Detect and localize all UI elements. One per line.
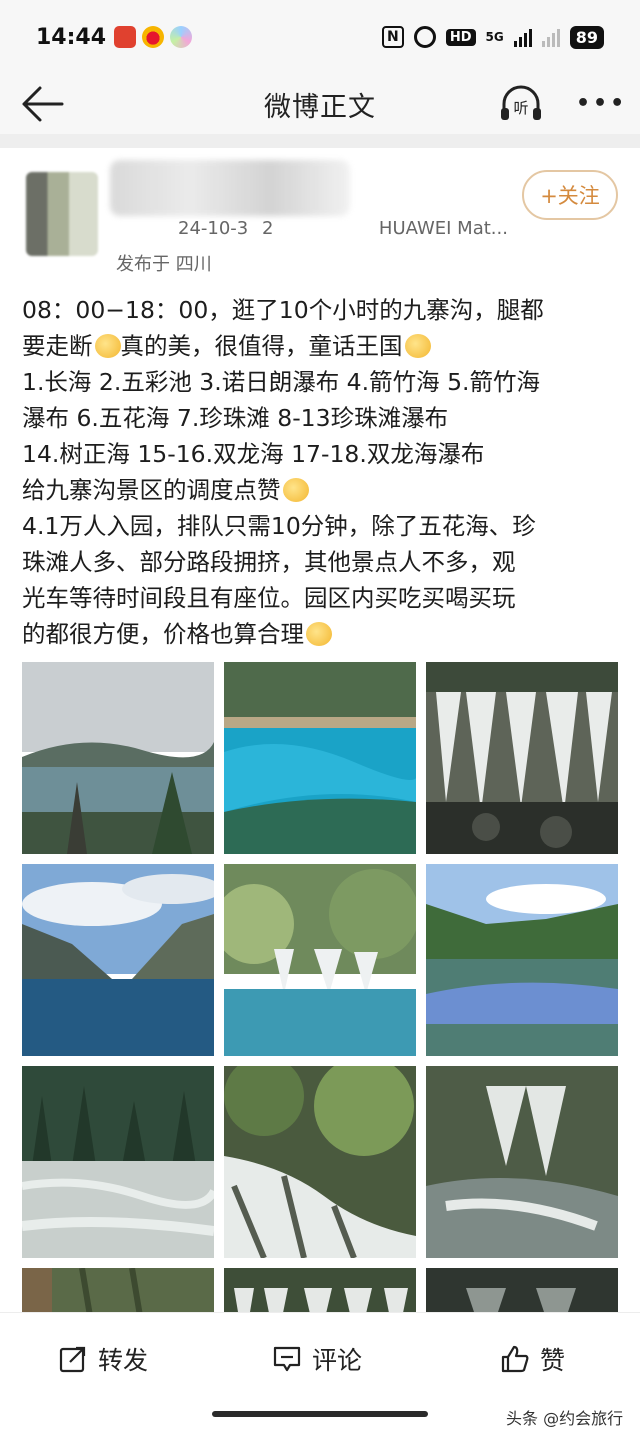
status-indicators: N HD 5G 89: [381, 25, 604, 49]
status-bar: 14:44 N HD 5G 89: [0, 0, 640, 74]
tearful-emoji-icon: [404, 334, 431, 358]
comment-icon: [273, 1346, 301, 1372]
post-line: 瀑布 6.五花海 7.珍珠滩 8-13珍珠滩瀑布: [22, 404, 449, 432]
post-date: 24-10-3: [178, 218, 249, 239]
status-time: 14:44: [36, 24, 107, 50]
back-button[interactable]: [18, 82, 64, 126]
listen-button[interactable]: 听: [498, 82, 544, 126]
thumbs-up-icon: [501, 1345, 529, 1373]
waterfall-pool-photo[interactable]: [224, 864, 416, 1056]
post-line-part: 真的美，很值得，童话王国: [120, 332, 403, 360]
dark-waterfall-photo[interactable]: [426, 1268, 618, 1312]
battery-indicator: 89: [569, 25, 604, 49]
nuorilang-waterfall-photo[interactable]: [426, 662, 618, 854]
more-button[interactable]: •••: [576, 84, 624, 124]
nfc-icon: N: [381, 26, 404, 48]
post-line: 珠滩人多、部分路段拥挤，其他景点人不多，观: [22, 548, 516, 576]
post-meta: 24-10-3 2 HUAWEI Mat...: [178, 218, 508, 239]
post-body: 08：00−18：00，逛了10个小时的九寨沟，腿都 要走断 真的美，很值得，童话…: [22, 292, 622, 652]
mountain-lake-photo[interactable]: [22, 864, 214, 1056]
bottom-action-bar: 转发 评论 赞 头条 @约会旅行: [0, 1312, 640, 1430]
weibo-app-icon: [142, 26, 164, 48]
post-line: 的都很方便，价格也算合理: [22, 616, 622, 652]
like-button[interactable]: 赞: [500, 1337, 565, 1381]
network-label: 5G: [485, 30, 504, 44]
nav-bar: 微博正文 听 •••: [0, 74, 640, 134]
toutiao-watermark: 头条 @约会旅行: [506, 1409, 624, 1428]
follow-button[interactable]: +关注: [522, 170, 618, 220]
avatar[interactable]: [26, 172, 98, 256]
post-line: 给九寨沟景区的调度点赞: [22, 472, 622, 508]
nav-divider: [0, 134, 640, 148]
post-line: 08：00−18：00，逛了10个小时的九寨沟，腿都: [22, 296, 544, 324]
signal-icon: [513, 27, 532, 47]
post-line: 14.树正海 15-16.双龙海 17-18.双龙海瀑布: [22, 440, 485, 468]
wucai-pool-photo[interactable]: [224, 662, 416, 854]
thumbs-emoji-icon: [282, 478, 309, 502]
author-name-blurred[interactable]: [110, 160, 350, 216]
post-line-part: 要走断: [22, 332, 93, 360]
status-app-icons: [114, 26, 192, 48]
post-line-part: 的都很方便，价格也算合理: [22, 620, 304, 648]
like-label: 赞: [540, 1346, 566, 1375]
repost-button[interactable]: 转发: [58, 1337, 148, 1381]
photo-grid: [22, 662, 618, 1312]
listen-label: 听: [513, 99, 528, 117]
pinduoduo-app-icon: [114, 26, 136, 48]
post-date-suffix: 2: [262, 218, 274, 239]
post-device: HUAWEI Mat...: [378, 218, 508, 239]
post-line: 1.长海 2.五彩池 3.诺日朗瀑布 4.箭竹海 5.箭竹海: [22, 368, 540, 396]
post-location: 发布于 四川: [116, 254, 212, 275]
repost-label: 转发: [98, 1346, 149, 1375]
back-arrow-icon: [22, 86, 64, 122]
comment-button[interactable]: 评论: [272, 1337, 362, 1381]
cascade-photo[interactable]: [224, 1066, 416, 1258]
forest-photo[interactable]: [22, 1268, 214, 1312]
post-line: 要走断 真的美，很值得，童话王国: [22, 328, 622, 364]
page-title: 微博正文: [264, 91, 376, 123]
pearl-shoal-photo[interactable]: [426, 1066, 618, 1258]
post-line: 4.1万人入园，排队只需10分钟，除了五花海、珍: [22, 512, 536, 540]
headphones-icon: 听: [501, 85, 541, 120]
crying-emoji-icon: [94, 334, 121, 358]
colorful-app-icon: [170, 26, 192, 48]
shoal-photo[interactable]: [22, 1066, 214, 1258]
signal-2-icon: [541, 27, 560, 47]
hd-icon: HD: [445, 28, 476, 46]
comment-label: 评论: [312, 1346, 363, 1375]
home-indicator[interactable]: [212, 1411, 428, 1417]
repost-icon: [59, 1346, 86, 1373]
post-line-part: 给九寨沟景区的调度点赞: [22, 476, 281, 504]
waterfall-row-photo[interactable]: [224, 1268, 416, 1312]
laughing-emoji-icon: [306, 622, 332, 646]
post-line: 光车等待时间段且有座位。园区内买吃买喝买玩: [22, 584, 516, 612]
long-lake-photo[interactable]: [22, 662, 214, 854]
alarm-icon: [413, 26, 436, 48]
reflection-lake-photo[interactable]: [426, 864, 618, 1056]
